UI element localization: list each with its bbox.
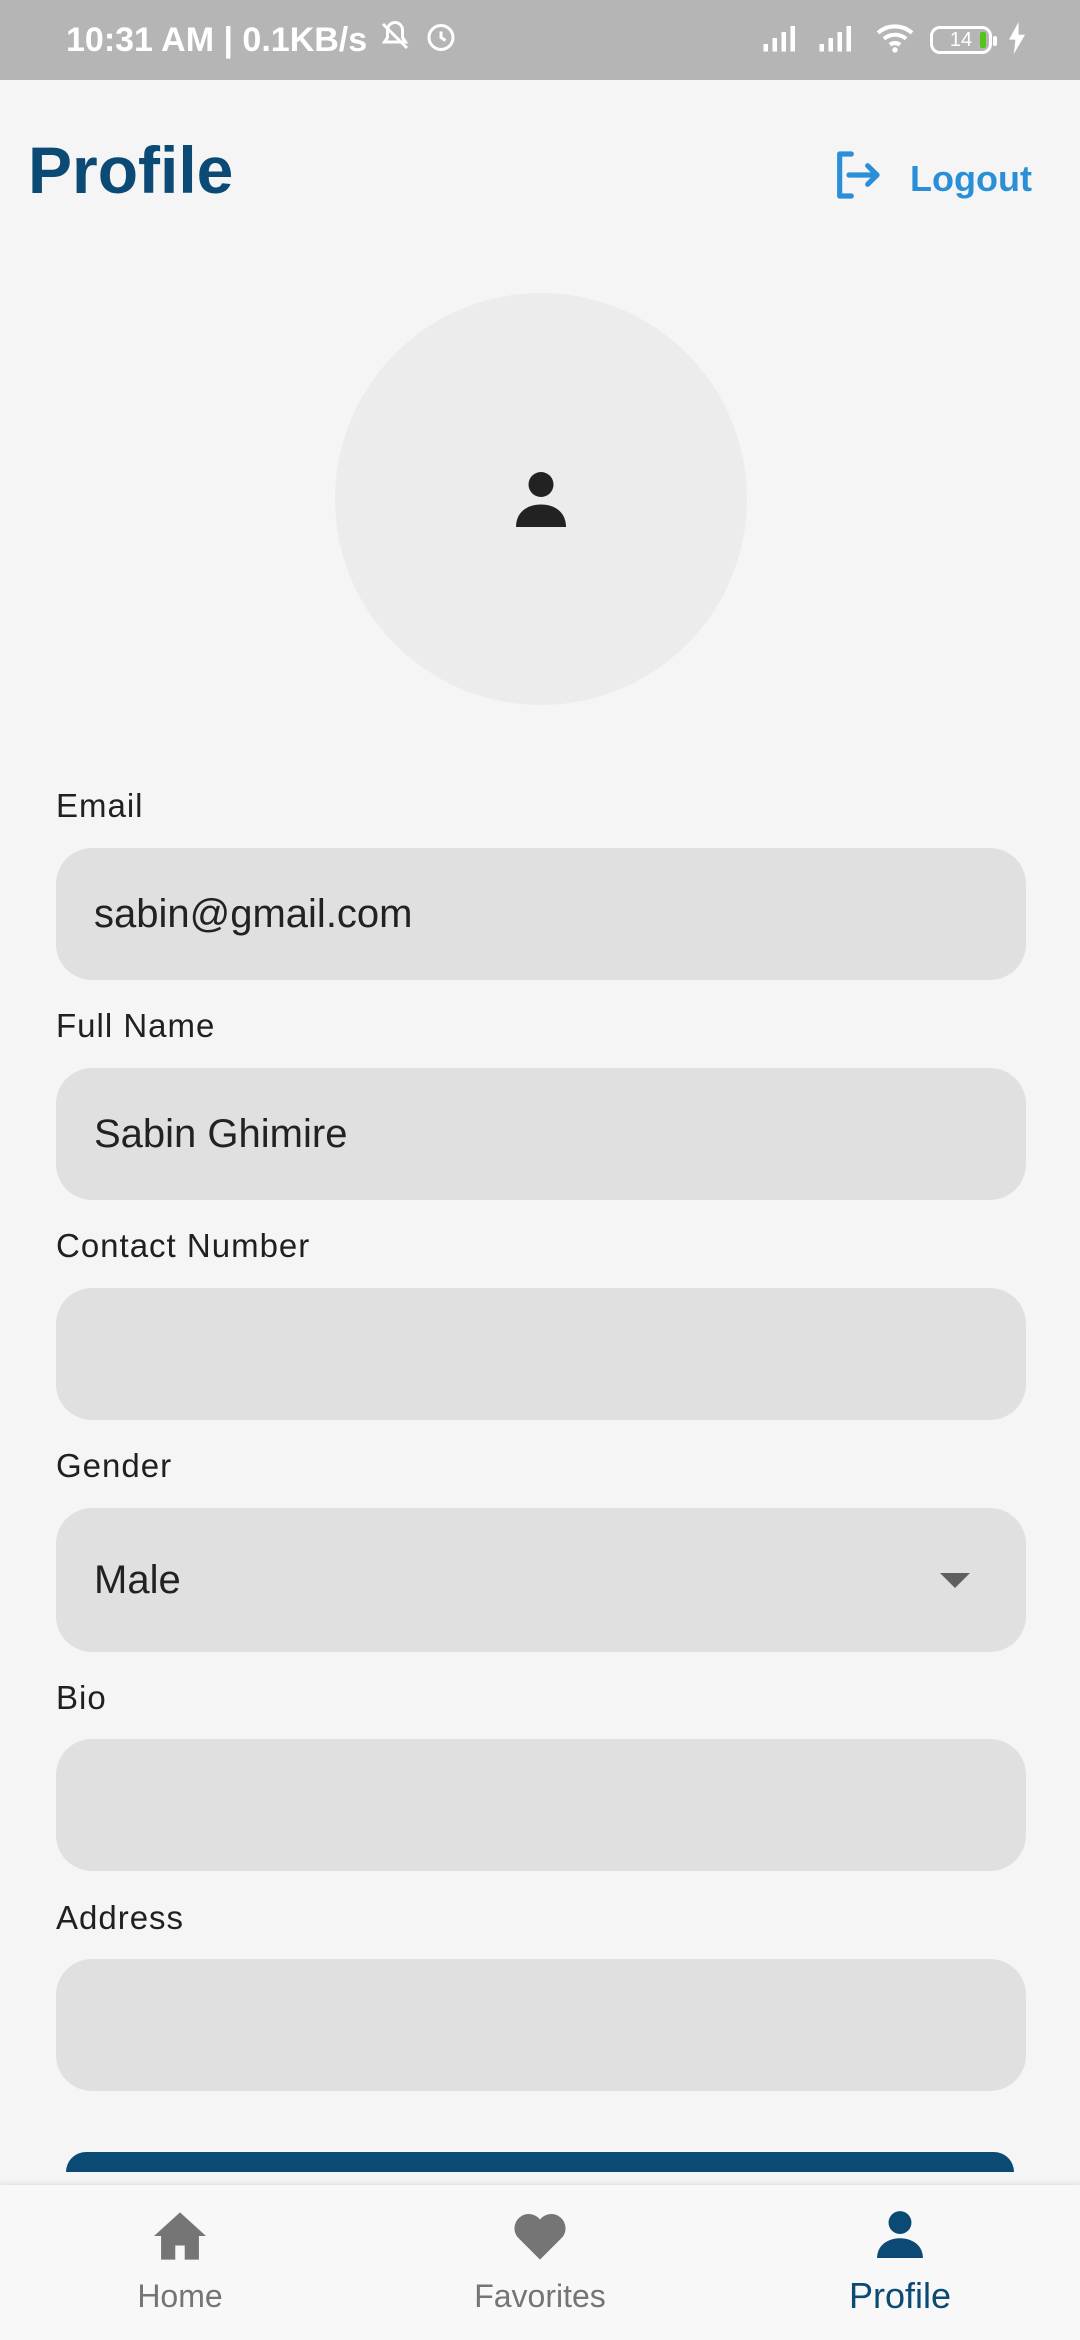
logout-label: Logout (910, 158, 1032, 199)
nav-item-home[interactable]: Home (0, 2185, 360, 2340)
battery-icon: 14 (930, 26, 997, 54)
gender-select[interactable]: Male (56, 1508, 1026, 1652)
full-name-label: Full Name (56, 1007, 216, 1044)
signal-icon (818, 23, 860, 58)
address-field[interactable] (56, 1959, 1026, 2091)
bio-field[interactable] (56, 1739, 1026, 1871)
status-bar: 10:31 AM | 0.1KB/s 14 (0, 0, 1080, 80)
person-icon (875, 2208, 925, 2267)
gender-value: Male (94, 1557, 181, 1602)
logout-icon (828, 147, 884, 212)
status-time-network: 10:31 AM | 0.1KB/s (66, 20, 368, 59)
nav-item-profile[interactable]: Profile (720, 2185, 1080, 2340)
heart-icon (511, 2210, 569, 2270)
bottom-navigation: Home Favorites Profile (0, 2185, 1080, 2340)
contact-number-field[interactable] (56, 1288, 1026, 1420)
dropdown-arrow-icon (940, 1572, 970, 1588)
save-button[interactable] (66, 2152, 1014, 2172)
gender-label: Gender (56, 1447, 173, 1484)
address-label: Address (56, 1899, 185, 1936)
person-icon (511, 467, 571, 532)
avatar[interactable] (335, 293, 747, 705)
signal-icon (762, 23, 804, 58)
logout-button[interactable]: Logout (828, 144, 1032, 214)
nav-label-favorites: Favorites (474, 2278, 606, 2314)
bio-label: Bio (56, 1679, 107, 1716)
alarm-icon (423, 18, 459, 63)
email-field[interactable]: sabin@gmail.com (56, 848, 1026, 980)
home-icon (151, 2210, 209, 2270)
nav-item-favorites[interactable]: Favorites (360, 2185, 720, 2340)
email-label: Email (56, 787, 144, 824)
battery-level: 14 (949, 28, 973, 51)
wifi-icon (874, 21, 916, 60)
nav-label-home: Home (137, 2278, 223, 2314)
charging-icon (1006, 21, 1028, 59)
page-title: Profile (28, 133, 234, 207)
mute-icon (377, 18, 413, 63)
nav-label-profile: Profile (848, 2275, 952, 2316)
app-header: Profile Logout (0, 80, 1080, 270)
full-name-field[interactable]: Sabin Ghimire (56, 1068, 1026, 1200)
contact-number-label: Contact Number (56, 1227, 311, 1264)
